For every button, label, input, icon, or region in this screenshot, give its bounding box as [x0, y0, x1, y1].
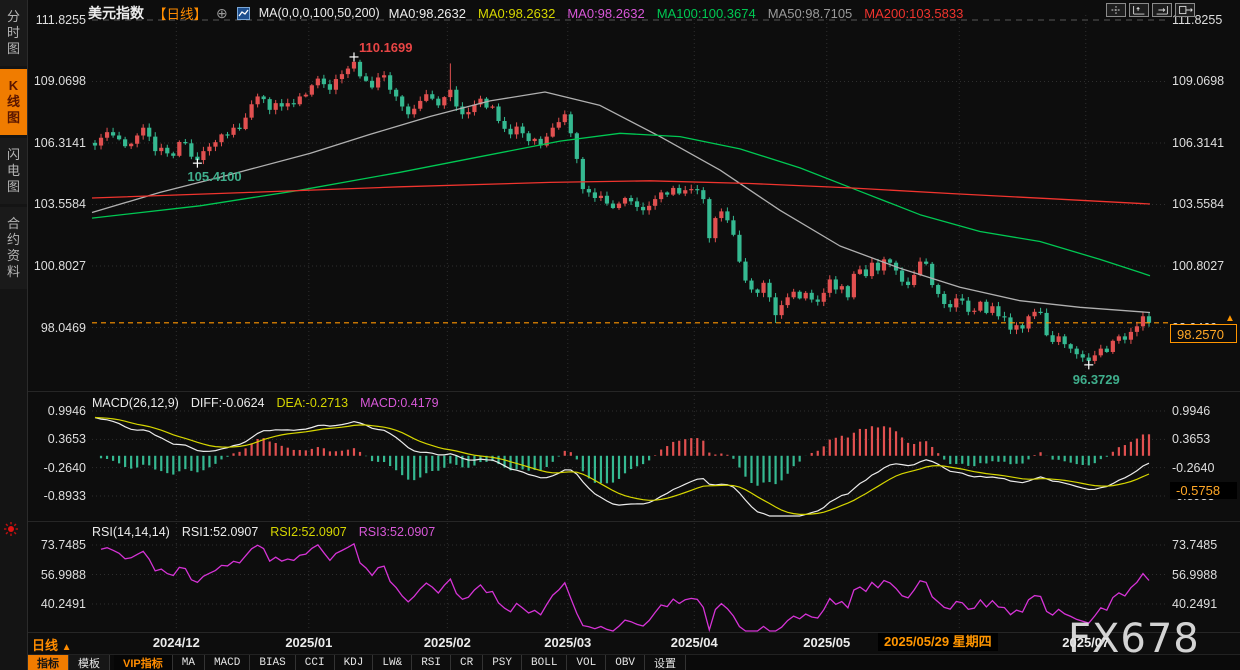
x-tick-label: 2025/03: [532, 635, 604, 650]
toolbar-button[interactable]: PSY: [483, 655, 522, 670]
indicator-toolbar: 指标模板 VIP指标MAMACDBIASCCIKDJLW&RSICRPSYBOLL…: [28, 654, 1240, 670]
toolbar-button[interactable]: 设置: [645, 655, 686, 670]
x-tick-label: 2025/05: [791, 635, 863, 650]
toolbar-button[interactable]: MA: [173, 655, 205, 670]
ma-values: MA0:98.2632 MA0:98.2632 MA0:98.2632 MA100:1…: [389, 6, 964, 21]
y-axis-label: 106.3141: [26, 136, 86, 150]
y-axis-label: -0.8933: [26, 489, 86, 503]
y-axis-label: 0.3653: [1172, 432, 1210, 446]
toolbar-button[interactable]: CR: [451, 655, 483, 670]
ma-value-label: MA0:98.2632: [389, 6, 466, 21]
y-axis-label: 103.5584: [1172, 197, 1224, 211]
toolbar-button[interactable]: RSI: [412, 655, 451, 670]
chart-header: 美元指数 【日线】 ⊕ MA(0,0,0,100,50,200) MA0:98.…: [88, 4, 963, 22]
y-axis-label: -0.2640: [1172, 461, 1214, 475]
ma-value-label: MA200:103.5833: [864, 6, 963, 21]
ma-legend-icon[interactable]: [237, 7, 250, 20]
y-axis-label: 73.7485: [1172, 538, 1217, 552]
exit-right-icon[interactable]: [1175, 3, 1195, 17]
x-tick-label: 2025/01: [273, 635, 345, 650]
toolbar-button[interactable]: VIP指标: [114, 655, 173, 670]
toolbar-button[interactable]: 模板: [69, 655, 110, 670]
chart-canvas[interactable]: [0, 0, 1240, 670]
x-tick-label: 2025/02: [411, 635, 483, 650]
macd-value-label: MACD:0.4179: [360, 396, 439, 410]
x-tick-label: 2024/12: [140, 635, 212, 650]
extreme-price-label: 105.4100: [187, 169, 241, 184]
dropdown-arrow-icon: ▲: [62, 642, 72, 653]
y-axis-label: -0.2640: [26, 461, 86, 475]
drag-mode-icon[interactable]: [1106, 3, 1126, 17]
ma-settings-label: MA(0,0,0,100,50,200): [259, 6, 380, 20]
y-axis-label: 73.7485: [26, 538, 86, 552]
y-axis-label: 109.0698: [1172, 74, 1224, 88]
y-axis-label: 98.0469: [26, 321, 86, 335]
y-axis-label: 40.2491: [1172, 597, 1217, 611]
macd-title: MACD(26,12,9): [92, 396, 179, 410]
x-tick-label: 2025/04: [658, 635, 730, 650]
y-axis-label: 0.9946: [1172, 404, 1210, 418]
y-axis-label: 106.3141: [1172, 136, 1224, 150]
period-tag: 【日线】: [153, 3, 207, 23]
y-axis-label: 111.8255: [26, 13, 86, 27]
y-axis-label: 0.3653: [26, 432, 86, 446]
chart-application: 分 时 图K 线 图闪 电 图合 约 资 料 美元指数 【日线】 ⊕ MA(0,…: [0, 0, 1240, 670]
chart-toolbar-icons: [1106, 3, 1195, 17]
y-axis-label: 0.9946: [26, 404, 86, 418]
rsi-title: RSI(14,14,14): [92, 525, 170, 539]
ma-value-label: MA100:100.3674: [657, 6, 756, 21]
rsi-value-label: RSI2:52.0907: [270, 525, 346, 539]
y-axis-label: 56.9988: [1172, 568, 1217, 582]
rsi-panel-header: RSI(14,14,14) RSI1:52.0907 RSI2:52.0907 RS…: [92, 525, 435, 539]
rsi-value-label: RSI3:52.0907: [359, 525, 435, 539]
shift-right-icon[interactable]: [1152, 3, 1172, 17]
macd-current-value-badge: -0.5758: [1170, 482, 1237, 499]
toolbar-button[interactable]: MACD: [205, 655, 250, 670]
extreme-price-label: 96.3729: [1073, 372, 1120, 387]
macd-panel-header: MACD(26,12,9) DIFF:-0.0624 DEA:-0.2713 MAC…: [92, 396, 439, 410]
y-axis-label: 40.2491: [26, 597, 86, 611]
toolbar-button[interactable]: KDJ: [335, 655, 374, 670]
y-axis-label: 109.0698: [26, 74, 86, 88]
toolbar-button[interactable]: OBV: [606, 655, 645, 670]
toolbar-button[interactable]: LW&: [373, 655, 412, 670]
current-price-badge: 98.2570: [1170, 324, 1237, 343]
toolbar-button[interactable]: VOL: [567, 655, 606, 670]
y-axis-label: 100.8027: [1172, 259, 1224, 273]
crosshair-date-label: 2025/05/29 星期四: [878, 633, 998, 651]
y-axis-label: 100.8027: [26, 259, 86, 273]
y-axis-label: 103.5584: [26, 197, 86, 211]
instrument-title: 美元指数: [88, 3, 144, 23]
live-indicator-icon: [3, 521, 19, 537]
toolbar-button[interactable]: BOLL: [522, 655, 567, 670]
ma-value-label: MA0:98.2632: [567, 6, 644, 21]
rsi-value-label: RSI1:52.0907: [182, 525, 258, 539]
ma-value-label: MA50:98.7105: [768, 6, 853, 21]
price-up-arrow-icon: ▲: [1225, 313, 1235, 324]
period-selector[interactable]: 日线 ▲: [32, 635, 72, 654]
add-indicator-icon[interactable]: ⊕: [216, 5, 228, 22]
toolbar-button[interactable]: 指标: [28, 655, 69, 670]
macd-value-label: DIFF:-0.0624: [191, 396, 265, 410]
y-axis-label: 56.9988: [26, 568, 86, 582]
toolbar-button[interactable]: BIAS: [250, 655, 295, 670]
ma-value-label: MA0:98.2632: [478, 6, 555, 21]
shift-left-icon[interactable]: [1129, 3, 1149, 17]
extreme-price-label: 110.1699: [359, 40, 413, 55]
watermark: FX678: [1068, 616, 1200, 662]
toolbar-button[interactable]: CCI: [296, 655, 335, 670]
macd-value-label: DEA:-0.2713: [276, 396, 348, 410]
